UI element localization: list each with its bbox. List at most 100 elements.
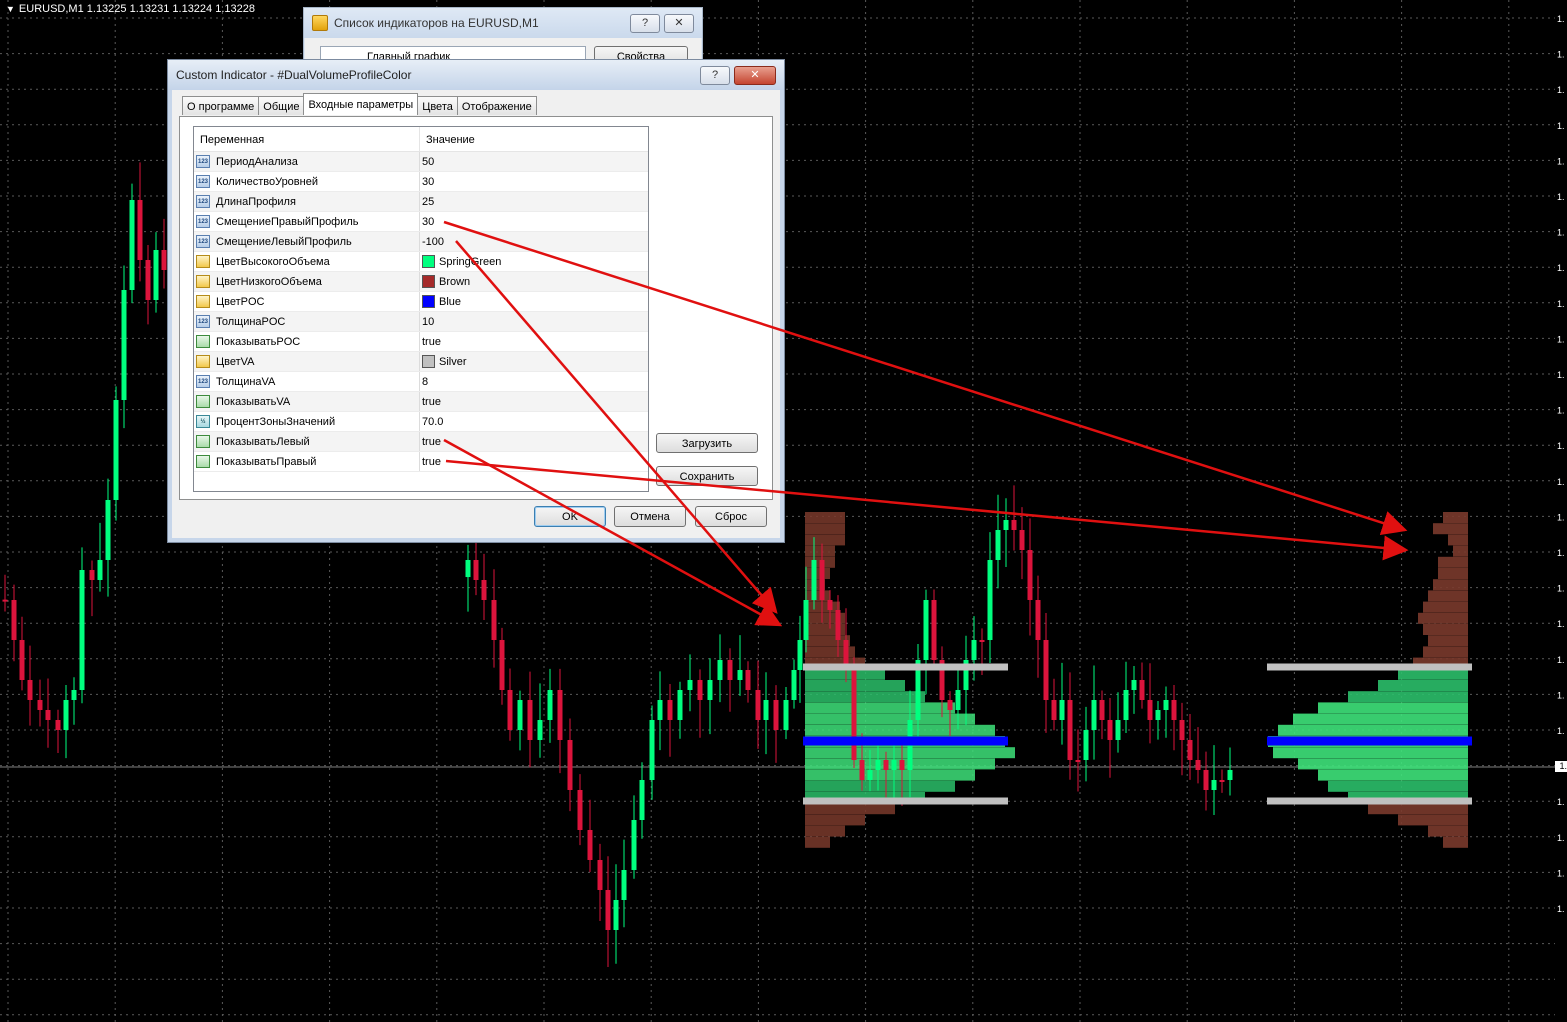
candle-body: [755, 690, 761, 720]
candle-body: [1227, 770, 1233, 780]
ok-button[interactable]: OK: [534, 506, 606, 527]
param-value-cell[interactable]: 8: [420, 372, 648, 391]
candle-body: [783, 700, 789, 730]
int-icon: 123: [196, 195, 210, 208]
param-value[interactable]: Silver: [439, 356, 467, 368]
tab-about[interactable]: О программе: [182, 96, 260, 115]
candle-body: [1059, 700, 1065, 720]
price-axis: 1. 1. 1. 1. 1. 1. 1. 1. 1. 1. 1. 1. 1. 1. 1. 1. 1. 1. 1. 1.…: [1557, 14, 1565, 914]
candle-body: [947, 700, 953, 710]
candle-body: [631, 820, 637, 870]
close-button[interactable]: ✕: [664, 13, 694, 33]
indicator-list-titlebar[interactable]: Список индикаторов на EURUSD,M1 ? ✕: [304, 8, 702, 38]
candle-body: [987, 560, 993, 640]
dialog-titlebar[interactable]: Custom Indicator - #DualVolumeProfileCol…: [168, 60, 784, 90]
param-value-cell[interactable]: 70.0: [420, 412, 648, 431]
left-profile-bar: [805, 803, 895, 815]
param-row[interactable]: 123 СмещениеПравыйПрофиль 30: [194, 212, 648, 232]
param-row[interactable]: ПоказыватьPOC true: [194, 332, 648, 352]
double-icon: ½: [196, 415, 210, 428]
param-row[interactable]: ЦветНизкогоОбъема Brown: [194, 272, 648, 292]
param-value[interactable]: SpringGreen: [439, 256, 501, 268]
param-value[interactable]: 50: [422, 156, 434, 168]
reset-button[interactable]: Сброс: [695, 506, 767, 527]
param-row[interactable]: 123 СмещениеЛевыйПрофиль -100: [194, 232, 648, 252]
param-value[interactable]: 30: [422, 176, 434, 188]
param-row[interactable]: ЦветВысокогоОбъема SpringGreen: [194, 252, 648, 272]
bool-icon: [196, 335, 210, 348]
header-value[interactable]: Значение: [420, 127, 475, 151]
param-value-cell[interactable]: Blue: [420, 292, 648, 311]
price-tick-label: 1.: [1557, 441, 1565, 451]
param-row[interactable]: 123 КоличествоУровней 30: [194, 172, 648, 192]
price-tick-label: 1.: [1557, 904, 1565, 914]
candle-body: [113, 400, 119, 500]
param-value[interactable]: 8: [422, 376, 428, 388]
candle-body: [923, 600, 929, 660]
candle-body: [639, 780, 645, 820]
param-name: ПериодАнализа: [216, 155, 298, 168]
param-row[interactable]: ЦветPOC Blue: [194, 292, 648, 312]
param-value[interactable]: 30: [422, 216, 434, 228]
param-name-cell: ПоказыватьPOC: [194, 332, 420, 351]
param-value[interactable]: 25: [422, 196, 434, 208]
help-button[interactable]: ?: [630, 13, 660, 33]
param-name-cell: 123 СмещениеПравыйПрофиль: [194, 212, 420, 231]
param-value[interactable]: true: [422, 456, 441, 468]
param-value[interactable]: -100: [422, 236, 444, 248]
param-value[interactable]: 70.0: [422, 416, 443, 428]
param-row[interactable]: 123 ТолщинаVA 8: [194, 372, 648, 392]
param-row[interactable]: ½ ПроцентЗоныЗначений 70.0: [194, 412, 648, 432]
param-name: ТолщинаPOC: [216, 315, 286, 328]
right-profile-bar: [1433, 523, 1468, 535]
param-value-cell[interactable]: true: [420, 332, 648, 351]
param-value-cell[interactable]: -100: [420, 232, 648, 251]
param-value-cell[interactable]: true: [420, 452, 648, 471]
param-row[interactable]: ПоказыватьЛевый true: [194, 432, 648, 452]
candle-body: [1011, 520, 1017, 530]
header-variable[interactable]: Переменная: [194, 127, 420, 151]
param-value[interactable]: true: [422, 436, 441, 448]
left-profile-bar: [805, 568, 830, 579]
param-value-cell[interactable]: Silver: [420, 352, 648, 371]
candle-body: [1171, 700, 1177, 720]
color-icon: [196, 355, 210, 368]
candle-body: [1155, 710, 1161, 720]
param-value-cell[interactable]: 50: [420, 152, 648, 171]
save-button[interactable]: Сохранить: [656, 466, 758, 486]
param-value[interactable]: Blue: [439, 296, 461, 308]
app-icon: [312, 15, 328, 31]
load-button[interactable]: Загрузить: [656, 433, 758, 453]
tab-inputs[interactable]: Входные параметры: [303, 93, 419, 115]
param-value-cell[interactable]: SpringGreen: [420, 252, 648, 271]
param-value-cell[interactable]: Brown: [420, 272, 648, 291]
param-value-cell[interactable]: true: [420, 392, 648, 411]
param-row[interactable]: ЦветVA Silver: [194, 352, 648, 372]
param-value[interactable]: Brown: [439, 276, 470, 288]
param-row[interactable]: ПоказыватьПравый true: [194, 452, 648, 472]
param-value-cell[interactable]: 25: [420, 192, 648, 211]
close-button[interactable]: ✕: [734, 65, 776, 85]
int-icon: 123: [196, 315, 210, 328]
param-value-cell[interactable]: 30: [420, 212, 648, 231]
right-profile-bar: [1428, 635, 1468, 647]
param-value-cell[interactable]: 30: [420, 172, 648, 191]
param-row[interactable]: 123 ДлинаПрофиля 25: [194, 192, 648, 212]
param-value-cell[interactable]: 10: [420, 312, 648, 331]
candle-body: [827, 600, 833, 610]
param-value-cell[interactable]: true: [420, 432, 648, 451]
param-row[interactable]: ПоказыватьVA true: [194, 392, 648, 412]
tab-common[interactable]: Общие: [258, 96, 305, 115]
param-value[interactable]: true: [422, 336, 441, 348]
symbol-title[interactable]: ▼ EURUSD,M1 1.13225 1.13231 1.13224 1.132…: [6, 3, 255, 15]
tab-visualization[interactable]: Отображение: [456, 96, 537, 115]
cancel-button[interactable]: Отмена: [614, 506, 686, 527]
tab-colors[interactable]: Цвета: [417, 96, 458, 115]
help-button[interactable]: ?: [700, 65, 730, 85]
param-value[interactable]: 10: [422, 316, 434, 328]
param-row[interactable]: 123 ПериодАнализа 50: [194, 152, 648, 172]
param-row[interactable]: 123 ТолщинаPOC 10: [194, 312, 648, 332]
param-value[interactable]: true: [422, 396, 441, 408]
dropdown-triangle-icon[interactable]: ▼: [6, 4, 15, 14]
parameters-grid[interactable]: Переменная Значение 123 ПериодАнализа 50…: [193, 126, 649, 492]
